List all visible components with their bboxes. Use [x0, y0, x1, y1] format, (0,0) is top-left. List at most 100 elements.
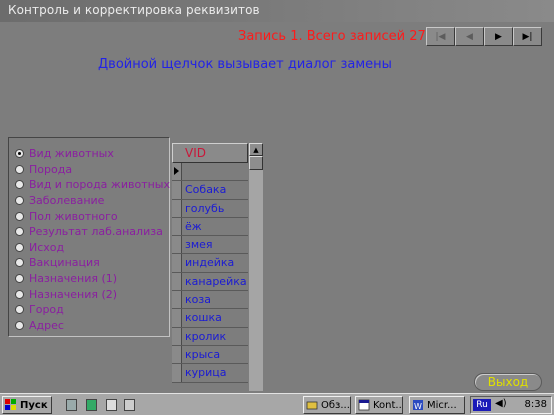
record-counter: Запись 1. Всего записей 27	[238, 29, 426, 44]
next-record-button[interactable]: ▶	[484, 27, 513, 46]
language-indicator[interactable]: Ru	[473, 399, 491, 411]
radio-unchecked-icon[interactable]	[15, 305, 24, 315]
radio-option[interactable]: Город	[15, 302, 170, 318]
table-cell[interactable]: ёж	[182, 218, 248, 235]
system-tray: Ru ◀) 8:38	[470, 396, 552, 414]
table-row[interactable]: Собака	[172, 181, 248, 200]
title-bar: Контроль и корректировка реквизитов	[0, 0, 554, 22]
radio-option[interactable]: Вид и порода животных	[15, 177, 170, 193]
radio-unchecked-icon[interactable]	[15, 320, 24, 330]
table-cell[interactable]: коза	[182, 291, 248, 308]
row-selector[interactable]	[172, 345, 182, 364]
grid-scrollbar[interactable]: ▲	[249, 143, 263, 391]
row-selector[interactable]	[172, 291, 182, 309]
table-row[interactable]: курица	[172, 364, 248, 383]
first-record-button[interactable]: |◀	[426, 27, 455, 46]
radio-option-label: Заболевание	[29, 194, 105, 208]
table-row[interactable]: индейка	[172, 254, 248, 273]
radio-option[interactable]: Назначения (1)	[15, 271, 170, 287]
radio-unchecked-icon[interactable]	[15, 274, 24, 284]
scroll-up-icon[interactable]: ▲	[249, 143, 263, 156]
table-cell[interactable]	[182, 163, 248, 180]
table-cell[interactable]: змея	[182, 236, 248, 253]
quicklaunch-browser-icon[interactable]	[66, 399, 77, 411]
app-window-icon	[358, 399, 370, 411]
taskbar-item-label: Micr...	[427, 399, 457, 411]
table-row[interactable]: канарейка	[172, 272, 248, 292]
table-row[interactable]: коза	[172, 291, 248, 310]
dictionary-radio-group: Вид животных Порода Вид и порода животных З…	[8, 137, 170, 337]
last-record-button[interactable]: ▶|	[513, 27, 542, 46]
quicklaunch-desktop-icon[interactable]	[124, 399, 135, 411]
radio-unchecked-icon[interactable]	[15, 180, 24, 190]
radio-option[interactable]: Вид животных	[15, 146, 170, 162]
table-cell[interactable]: индейка	[182, 254, 248, 271]
radio-option-label: Назначения (2)	[29, 287, 118, 301]
windows-logo-icon	[5, 399, 16, 410]
taskbar-item-explorer[interactable]: Обз...	[303, 396, 351, 414]
table-row[interactable]: крыса	[172, 345, 248, 365]
row-selector[interactable]	[172, 181, 182, 199]
table-cell[interactable]: курица	[182, 364, 248, 381]
prev-record-button[interactable]: ◀	[455, 27, 484, 46]
radio-unchecked-icon[interactable]	[15, 164, 24, 174]
row-selector[interactable]	[172, 309, 182, 327]
current-row-pointer-icon[interactable]	[172, 163, 182, 181]
row-selector[interactable]	[172, 327, 182, 345]
radio-checked-icon[interactable]	[15, 149, 24, 159]
table-row[interactable]: змея	[172, 236, 248, 255]
radio-option[interactable]: Порода	[15, 162, 170, 178]
radio-option[interactable]: Пол животного	[15, 208, 170, 224]
table-row[interactable]: кролик	[172, 327, 248, 346]
scroll-thumb[interactable]	[249, 156, 263, 170]
start-button[interactable]: Пуск	[2, 396, 52, 414]
row-selector[interactable]	[172, 364, 182, 382]
radio-option-label: Результат лаб.анализа	[29, 225, 163, 239]
radio-option[interactable]: Адрес	[15, 318, 170, 334]
grid-column-header[interactable]: VID	[172, 143, 248, 163]
row-selector[interactable]	[172, 272, 182, 291]
radio-unchecked-icon[interactable]	[15, 258, 24, 268]
dictionary-grid: VID Собака голубь ёж змея индейка канарейка ко…	[172, 143, 264, 391]
radio-option-label: Вакцинация	[29, 256, 100, 270]
radio-option-label: Порода	[29, 162, 73, 176]
taskbar-item-label: Kont...	[373, 399, 403, 411]
speaker-icon[interactable]: ◀)	[495, 398, 507, 409]
radio-option[interactable]: Назначения (2)	[15, 286, 170, 302]
radio-option-label: Пол животного	[29, 209, 118, 223]
radio-option[interactable]: Заболевание	[15, 193, 170, 209]
table-cell[interactable]: крыса	[182, 346, 248, 363]
radio-unchecked-icon[interactable]	[15, 289, 24, 299]
radio-unchecked-icon[interactable]	[15, 227, 24, 237]
radio-unchecked-icon[interactable]	[15, 211, 24, 221]
table-cell[interactable]: кошка	[182, 309, 248, 326]
taskbar-item-label: Обз...	[321, 399, 350, 411]
table-cell[interactable]: канарейка	[182, 273, 248, 290]
radio-option[interactable]: Результат лаб.анализа	[15, 224, 170, 240]
table-row[interactable]: кошка	[172, 309, 248, 328]
row-selector[interactable]	[172, 217, 182, 236]
radio-unchecked-icon[interactable]	[15, 196, 24, 206]
quicklaunch-document-icon[interactable]	[106, 399, 117, 411]
exit-button[interactable]: Выход	[474, 373, 542, 391]
start-label: Пуск	[20, 399, 48, 411]
row-selector[interactable]	[172, 254, 182, 272]
table-row[interactable]: ёж	[172, 217, 248, 237]
radio-option-label: Город	[29, 303, 64, 317]
radio-option[interactable]: Вакцинация	[15, 255, 170, 271]
radio-unchecked-icon[interactable]	[15, 242, 24, 252]
taskbar: Пуск Обз... Kont... W Micr... Ru ◀) 8:38	[0, 393, 554, 415]
table-row[interactable]	[172, 163, 248, 182]
taskbar-item-word[interactable]: W Micr...	[409, 396, 465, 414]
quicklaunch-app-icon[interactable]	[86, 399, 97, 411]
row-selector[interactable]	[172, 236, 182, 254]
radio-option[interactable]: Исход	[15, 240, 170, 256]
taskbar-item-kontrol[interactable]: Kont...	[355, 396, 403, 414]
table-cell[interactable]: Собака	[182, 181, 248, 198]
table-cell[interactable]: кролик	[182, 328, 248, 345]
row-selector[interactable]	[172, 199, 182, 217]
table-cell[interactable]: голубь	[182, 200, 248, 217]
grid-column-label: VID	[185, 146, 206, 160]
radio-option-label: Исход	[29, 240, 65, 254]
table-row[interactable]: голубь	[172, 199, 248, 218]
